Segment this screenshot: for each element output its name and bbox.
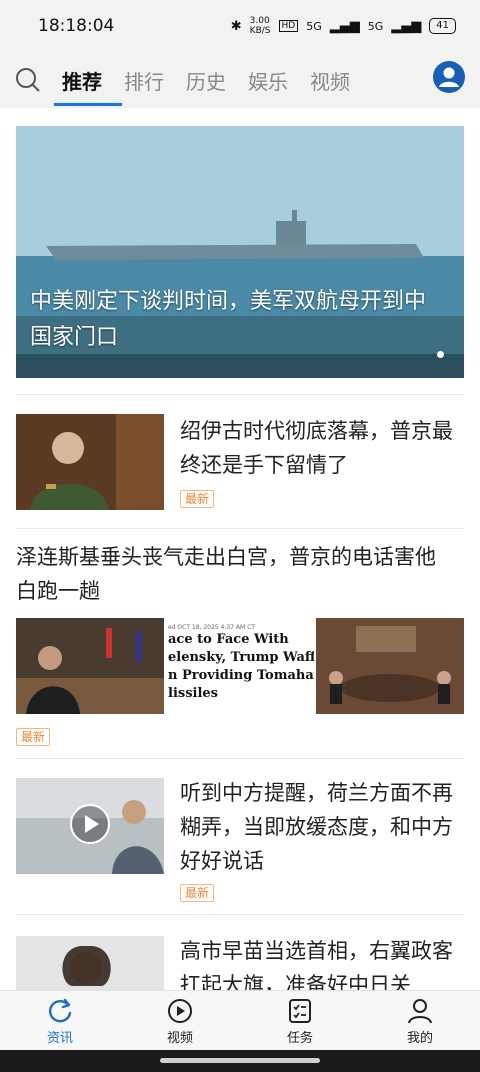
refresh-icon <box>49 998 72 1022</box>
news-item[interactable]: 高市早苗当选首相，右翼政客扛起大旗，准备好中日关 <box>16 934 464 990</box>
news-title: 听到中方提醒，荷兰方面不再糊弄，当即放缓态度，和中方好好说话 <box>180 781 453 873</box>
latest-tag: 最新 <box>180 490 215 508</box>
signal-5g-1: 5G <box>306 19 322 33</box>
bottom-nav-profile[interactable]: 我的 <box>380 997 460 1046</box>
bottom-nav-tasks[interactable]: 任务 <box>260 997 340 1046</box>
news-item[interactable]: 听到中方提醒，荷兰方面不再糊弄，当即放缓态度，和中方好好说话 最新 <box>16 776 464 906</box>
play-icon[interactable] <box>70 804 110 844</box>
news-feed[interactable]: 中美刚定下谈判时间，美军双航母开到中国家门口 绍伊古时代彻底落幕，普京最终还是手… <box>0 108 480 990</box>
tab-entertainment[interactable]: 娱乐 <box>248 66 288 95</box>
category-tabs: 推荐 排行 历史 娱乐 视频 热 <box>62 66 362 95</box>
news-thumbnail: ed OCT 18, 2025 4:37 AM CT ace to Face W… <box>166 618 314 714</box>
bottom-nav-news[interactable]: 资讯 <box>20 997 100 1046</box>
carousel-indicator <box>437 343 444 362</box>
news-title: 高市早苗当选首相，右翼政客扛起大旗，准备好中日关 <box>180 939 453 990</box>
hd-badge: HD <box>278 20 299 32</box>
divider <box>16 914 464 915</box>
gesture-bar <box>0 1050 480 1072</box>
network-speed: 3.00 KB/S <box>249 16 271 36</box>
divider <box>16 528 464 529</box>
news-thumbnail <box>316 618 464 714</box>
status-bar: 18:18:04 ✱ 3.00 KB/S HD 5G ▂▄▆ 5G ▂▄▆ 41 <box>0 0 480 52</box>
bottom-nav-video[interactable]: 视频 <box>140 997 220 1046</box>
bottom-nav: 资讯 视频 任务 我的 <box>0 990 480 1051</box>
tab-recommend[interactable]: 推荐 <box>62 66 102 95</box>
bottom-nav-label: 资讯 <box>46 1030 73 1046</box>
top-nav: 推荐 排行 历史 娱乐 视频 热 <box>0 52 480 108</box>
news-item[interactable]: 绍伊古时代彻底落幕，普京最终还是手下留情了 最新 <box>16 414 464 514</box>
thumbnail-headline: ace to Face With elensky, Trump Waffl n … <box>168 632 314 701</box>
status-icons: ✱ 3.00 KB/S HD 5G ▂▄▆ 5G ▂▄▆ 41 <box>231 16 456 36</box>
thumbnail-date: ed OCT 18, 2025 4:37 AM CT <box>168 624 255 631</box>
tab-video[interactable]: 视频 <box>310 66 350 95</box>
status-time: 18:18:04 <box>38 16 115 36</box>
play-circle-icon <box>168 998 192 1023</box>
hero-title: 中美刚定下谈判时间，美军双航母开到中国家门口 <box>30 289 427 350</box>
bottom-nav-label: 视频 <box>166 1030 193 1046</box>
tab-ranking[interactable]: 排行 <box>124 66 164 95</box>
bluetooth-icon: ✱ <box>230 18 242 34</box>
battery-icon: 41 <box>429 18 456 34</box>
news-thumbnail <box>16 618 164 714</box>
avatar-icon[interactable] <box>432 60 466 94</box>
signal-bars-icon: ▂▄▆ <box>391 18 422 34</box>
bottom-nav-label: 我的 <box>406 1030 433 1046</box>
signal-5g-2: 5G <box>367 19 384 33</box>
person-icon <box>408 998 432 1023</box>
task-list-icon <box>289 998 311 1023</box>
news-title: 泽连斯基垂头丧气走出白宫，普京的电话害他白跑一趟 <box>16 545 436 603</box>
signal-bars-icon: ▂▄▆ <box>329 18 360 34</box>
latest-tag: 最新 <box>16 728 51 746</box>
news-thumbnail <box>16 936 164 990</box>
news-thumbnail <box>16 414 164 510</box>
divider <box>16 394 464 395</box>
latest-tag: 最新 <box>180 884 215 902</box>
active-tab-indicator <box>54 103 122 106</box>
tab-history[interactable]: 历史 <box>186 66 226 95</box>
divider <box>16 758 464 759</box>
search-icon[interactable] <box>14 66 42 94</box>
home-indicator[interactable] <box>160 1058 320 1063</box>
bottom-nav-label: 任务 <box>286 1030 313 1046</box>
hero-banner[interactable]: 中美刚定下谈判时间，美军双航母开到中国家门口 <box>16 126 464 378</box>
news-title: 绍伊古时代彻底落幕，普京最终还是手下留情了 <box>180 419 453 477</box>
news-item[interactable]: 泽连斯基垂头丧气走出白宫，普京的电话害他白跑一趟 ed OCT 18, 2025… <box>16 540 464 750</box>
